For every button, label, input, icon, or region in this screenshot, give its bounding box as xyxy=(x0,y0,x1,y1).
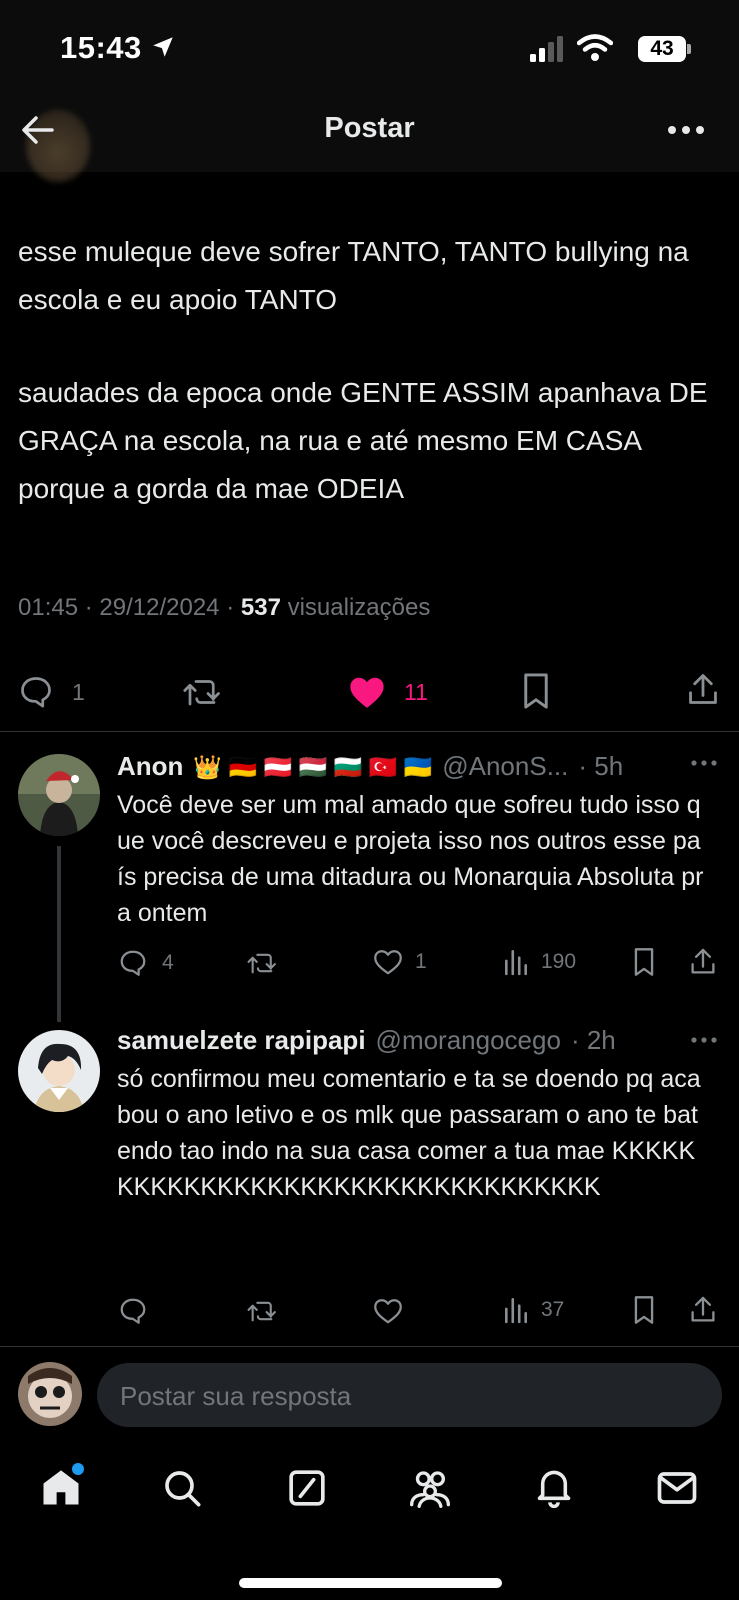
share-button[interactable] xyxy=(686,672,720,708)
views-label: visualizações xyxy=(287,594,431,621)
notifications-icon[interactable] xyxy=(534,1466,574,1508)
location-arrow-icon xyxy=(150,34,176,60)
repost-icon xyxy=(247,1301,276,1322)
page-title: Postar xyxy=(324,112,415,144)
home-indicator[interactable] xyxy=(239,1578,502,1588)
reply-button[interactable]: 1 xyxy=(18,674,85,710)
like-button[interactable]: 11 xyxy=(348,674,428,710)
reply-views-count: 37 xyxy=(541,1298,565,1321)
bookmark-icon xyxy=(634,948,654,976)
battery-tip xyxy=(687,44,691,54)
reply-author-handle[interactable]: @AnonS... xyxy=(442,751,568,782)
reply-more-icon[interactable] xyxy=(690,753,718,773)
avatar[interactable] xyxy=(18,1362,82,1426)
analytics-icon xyxy=(505,949,527,976)
heart-filled-icon xyxy=(350,677,384,708)
reply-text: Você deve ser um mal amado que sofreu tu… xyxy=(117,791,704,927)
reply-icon xyxy=(21,677,51,708)
reply-composer-placeholder: Postar sua resposta xyxy=(120,1381,352,1411)
reply-views-button[interactable]: 190 xyxy=(503,948,576,976)
thread-line xyxy=(57,846,61,1022)
battery-indicator: 43 xyxy=(638,36,686,62)
grok-icon[interactable] xyxy=(287,1468,327,1508)
reply-age: · 2h xyxy=(570,1025,616,1055)
reply-reply-button[interactable] xyxy=(118,1296,148,1326)
repost-button[interactable] xyxy=(182,674,222,710)
reply-count: 1 xyxy=(72,678,85,705)
analytics-icon xyxy=(505,1297,527,1324)
cellular-signal-icon xyxy=(530,36,566,62)
reply-more-icon[interactable] xyxy=(690,1030,718,1050)
repost-icon xyxy=(247,953,276,974)
like-count: 11 xyxy=(404,678,428,705)
search-icon[interactable] xyxy=(162,1468,202,1508)
reply-share-button[interactable] xyxy=(689,1295,717,1325)
divider xyxy=(0,731,739,732)
reply-icon xyxy=(120,1298,146,1324)
status-time: 15:43 xyxy=(60,30,142,65)
home-notification-dot xyxy=(70,1461,86,1477)
bookmark-icon xyxy=(634,1296,654,1324)
divider xyxy=(0,1346,739,1347)
reply-icon xyxy=(120,950,146,976)
share-icon xyxy=(689,674,717,704)
communities-icon[interactable] xyxy=(408,1468,452,1508)
more-options-icon[interactable] xyxy=(666,118,706,142)
views-count: 537 xyxy=(240,594,281,621)
reply-repost-button[interactable] xyxy=(245,949,279,977)
reply-author-badges: 👑 🇩🇪 🇦🇹 🇭🇺 🇧🇬 🇹🇷 🇺🇦 xyxy=(193,754,433,780)
reply-views-count: 190 xyxy=(541,950,577,973)
share-icon xyxy=(691,948,715,974)
repost-icon xyxy=(183,680,220,706)
reply-like-button[interactable] xyxy=(373,1297,403,1325)
reply-share-button[interactable] xyxy=(689,947,717,977)
reply-header: Anon 👑 🇩🇪 🇦🇹 🇭🇺 🇧🇬 🇹🇷 🇺🇦 @AnonS... · 5h xyxy=(117,751,623,782)
heart-icon xyxy=(374,1299,402,1324)
share-icon xyxy=(691,1296,715,1322)
post-date: 29/12/2024 xyxy=(99,594,220,621)
reply-like-count: 1 xyxy=(415,950,427,973)
reply-reply-count: 4 xyxy=(162,951,174,974)
post-text-paragraph-2: saudades da epoca onde GENTE ASSIM apanh… xyxy=(18,377,708,504)
reply-bookmark-button[interactable] xyxy=(632,1295,656,1325)
reply-text: só confirmou meu comentario e ta se doen… xyxy=(117,1065,701,1201)
reply-age: · 5h xyxy=(578,751,624,781)
wifi-icon xyxy=(577,34,613,62)
reply-repost-button[interactable] xyxy=(245,1297,279,1325)
reply-author-name[interactable]: Anon xyxy=(117,751,183,782)
bookmark-icon xyxy=(524,673,548,709)
heart-icon xyxy=(374,950,402,975)
reply-like-button[interactable]: 1 xyxy=(373,948,427,976)
reply-author-name[interactable]: samuelzete rapipapi xyxy=(117,1025,366,1056)
messages-icon[interactable] xyxy=(656,1470,698,1506)
reply-header: samuelzete rapipapi @morangocego · 2h xyxy=(117,1025,616,1056)
reply-author-handle[interactable]: @morangocego xyxy=(376,1025,561,1056)
reply-bookmark-button[interactable] xyxy=(632,947,656,977)
bookmark-button[interactable] xyxy=(521,672,551,710)
post-text-paragraph-1: esse muleque deve sofrer TANTO, TANTO bu… xyxy=(18,236,689,315)
avatar[interactable] xyxy=(18,754,100,836)
reply-reply-button[interactable]: 4 xyxy=(118,948,174,978)
reply-views-button[interactable]: 37 xyxy=(503,1296,564,1324)
post-time: 01:45 xyxy=(18,594,79,621)
avatar[interactable] xyxy=(18,1030,100,1112)
post-meta: 01:45 · 29/12/2024 · 537 visualizações xyxy=(18,594,431,621)
